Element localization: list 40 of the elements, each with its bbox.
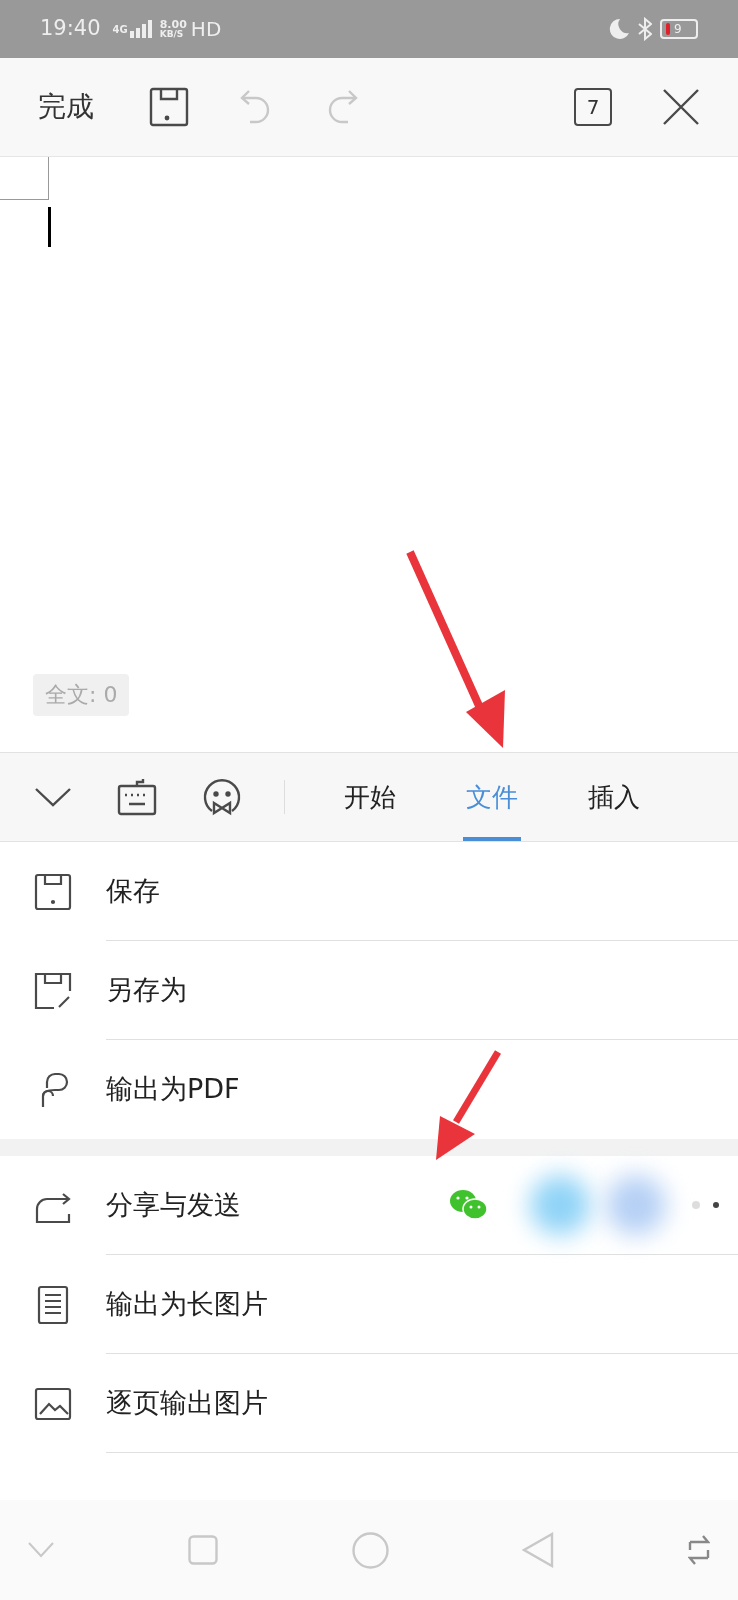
page-corner-mark	[0, 157, 49, 200]
menu-item[interactable]: 另存为	[0, 941, 738, 1040]
floppy-pencil-icon	[33, 970, 73, 1011]
chat-bubbles-icon[interactable]	[448, 1188, 490, 1222]
menu-item[interactable]: 输出为PDF	[0, 1040, 738, 1139]
blurred-avatar[interactable]	[606, 1175, 666, 1235]
chevron-down-icon[interactable]	[28, 1542, 54, 1558]
home-icon[interactable]	[351, 1531, 389, 1569]
page-count-button[interactable]: 7	[574, 88, 612, 126]
menu-item[interactable]: 分享与发送	[0, 1156, 738, 1255]
speed-value: 8.00	[159, 19, 187, 30]
network-type: 4G	[112, 22, 128, 37]
clock-time: 19:40	[40, 15, 101, 43]
menu-item-label: 分享与发送	[106, 1187, 241, 1222]
menu-item-label: 输出为PDF	[106, 1072, 240, 1107]
signal-icon	[129, 20, 152, 38]
text-cursor	[48, 207, 51, 247]
done-button[interactable]: 完成	[38, 86, 94, 128]
menu-item-label: 输出为长图片	[106, 1286, 268, 1321]
menu-item-label: 逐页输出图片	[106, 1385, 268, 1420]
word-count: 全文: 0	[33, 674, 130, 716]
keyboard-icon[interactable]	[117, 778, 157, 816]
close-icon[interactable]	[662, 88, 700, 126]
face-icon[interactable]	[202, 777, 242, 817]
menu-item-label: 保存	[106, 873, 160, 908]
ribbon-tab[interactable]: 插入	[553, 753, 675, 841]
menu-item-label: 另存为	[106, 972, 187, 1007]
menu-item[interactable]: 输出为长图片	[0, 1255, 738, 1354]
ribbon-tab[interactable]: 开始	[309, 753, 431, 841]
menu-item[interactable]: 逐页输出图片	[0, 1354, 738, 1453]
blurred-avatar[interactable]	[530, 1175, 590, 1235]
save-icon[interactable]	[149, 87, 189, 127]
collapse-chevron-icon[interactable]	[34, 787, 72, 807]
recents-icon[interactable]	[187, 1535, 218, 1565]
battery-percent: 9	[674, 23, 682, 35]
bluetooth-icon	[638, 17, 652, 41]
hd-label: HD	[190, 16, 222, 43]
speed-unit: KB/S	[159, 30, 185, 39]
back-icon[interactable]	[522, 1532, 555, 1568]
menu-item[interactable]: 保存	[0, 842, 738, 941]
